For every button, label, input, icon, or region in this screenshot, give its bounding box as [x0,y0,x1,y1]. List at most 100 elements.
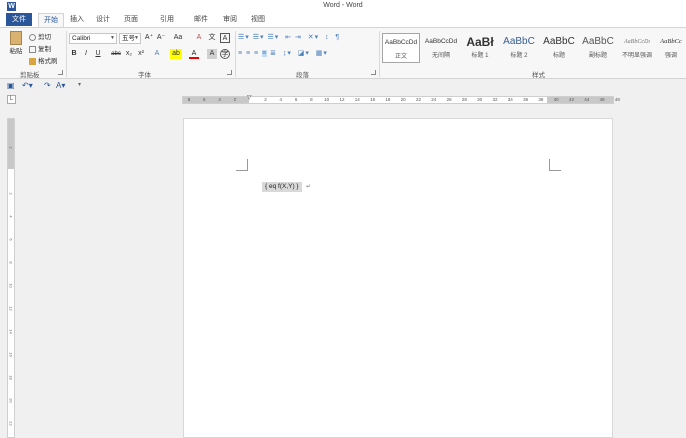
save-icon[interactable]: ▣ [7,81,15,90]
highlight-button[interactable]: ab [170,49,182,59]
char-shading-button[interactable]: A [207,49,217,59]
strikethrough-button[interactable]: abc [110,49,122,59]
style-title[interactable]: AaBbC 标题 [540,33,578,63]
ruler-tick: 22 [8,421,14,426]
copy-icon [29,45,36,53]
paste-label: 粘贴 [9,48,23,55]
font-size-box[interactable]: 五号 ▼ [119,33,141,44]
ruler-tick: 16 [8,352,14,357]
tab-home[interactable]: 开始 [38,13,64,27]
tab-mailings[interactable]: 邮件 [192,13,210,27]
style-subtle-emphasis[interactable]: AaBbCcDı 不明显强调 [619,33,655,63]
text-effects-icon[interactable]: A▾ [56,81,65,90]
char-border-button[interactable]: A [220,33,230,43]
underline-button[interactable]: U [94,49,102,59]
paragraph-launcher[interactable] [371,70,376,75]
undo-icon[interactable]: ↶▾ [22,81,33,90]
superscript-button[interactable]: x² [136,49,146,59]
ruler-tick: 32 [492,97,498,102]
group-separator [66,31,67,77]
align-buttons[interactable]: ≡ ≡ ≡ ≡ ≣ ↨▾ ◪▾ ▦▾ [238,49,328,57]
vertical-ruler[interactable]: 2 2 4 6 8 10 12 14 16 18 20 22 [7,118,15,438]
grow-font-button[interactable]: A⁺ [144,33,154,43]
style-name: 标题 1 [471,53,489,59]
ruler-tick: 48 [614,97,620,102]
ruler-tick: 42 [568,97,575,102]
horizontal-ruler[interactable]: 8 6 4 2 2 4 6 8 10 12 14 16 18 20 22 24 26 28 30 32 34 36 38 40… [182,94,620,104]
brush-icon [29,57,36,65]
format-painter-button[interactable]: 格式刷 [29,55,58,65]
shrink-font-button[interactable]: A⁻ [156,33,166,43]
field-code[interactable]: { eq f(X,Y) } [262,182,302,192]
ruler-tick: 26 [446,97,452,102]
customize-qat-icon[interactable]: ▾ [78,81,81,90]
tab-references[interactable]: 引用 [150,13,184,27]
chevron-down-icon: ▼ [134,35,139,41]
list-buttons[interactable]: ☰▾ ☰▾ ☰▾ ⇤ ⇥ ✕▾ ↕ ¶ [238,33,340,41]
style-heading-1[interactable]: AaBł 标题 1 [462,33,498,63]
style-normal[interactable]: AaBbCcDd 正文 [382,33,420,63]
ruler-tick: 18 [8,375,14,380]
clear-format-button[interactable]: A [195,33,203,43]
ruler-tick: 2 [233,97,237,102]
ruler-tick: 6 [294,97,298,102]
ruler-tick: 10 [8,283,14,288]
tab-view[interactable]: 视图 [250,13,266,27]
style-emphasis[interactable]: AaBbCc 强调 [656,33,686,63]
group-separator [379,31,380,77]
style-heading-2[interactable]: AaBbC 标题 2 [500,33,538,63]
font-name-value: Calibri [72,35,91,42]
ruler-tick: 6 [8,238,14,241]
text-effects-button[interactable]: A [152,49,162,59]
style-subtitle[interactable]: AaBbC 副标题 [579,33,617,63]
ruler-tick: 34 [507,97,513,102]
font-color-button[interactable]: A [189,49,199,59]
paragraph-mark: ↵ [306,184,312,190]
cut-label: 剪切 [38,34,51,41]
paste-button[interactable]: 粘贴 [8,31,24,61]
ruler-tick: 28 [461,97,467,102]
tab-review[interactable]: 审阅 [222,13,238,27]
ruler-tick: 4 [218,97,221,102]
style-name: 无间隔 [431,53,450,59]
clipboard-group-label: 剪贴板 [20,72,40,79]
style-no-spacing[interactable]: AaBbCcDd 无间隔 [422,33,460,63]
tab-design[interactable]: 设计 [95,13,111,27]
window-title: Word - Word [323,2,363,9]
ruler-tick: 12 [8,306,14,311]
phonetic-guide-button[interactable]: 文 [208,33,216,43]
paragraph-group-label: 段落 [296,72,309,79]
document-page[interactable]: { eq f(X,Y) } ↵ [183,118,613,438]
ruler-tick: 46 [599,97,605,102]
style-name: 标题 [552,53,565,59]
style-name: 正文 [394,54,407,60]
copy-button[interactable]: 复制 [29,43,51,53]
title-bar: W Word - Word [0,0,686,13]
bold-button[interactable]: B [70,49,78,59]
style-sample: AaBbCcDı [624,39,650,45]
style-sample: AaBbC [543,36,575,47]
ruler-tick: 20 [8,398,14,403]
italic-button[interactable]: I [82,49,90,59]
enclosed-char-button[interactable]: 字 [220,49,230,59]
style-name: 副标题 [588,53,607,59]
ruler-tick: 2 [8,192,14,195]
subscript-button[interactable]: x₂ [124,49,134,59]
change-case-button[interactable]: Aa [172,33,184,43]
tab-file[interactable]: 文件 [6,13,32,26]
clipboard-launcher[interactable] [58,70,63,75]
tab-selector[interactable]: L [7,95,16,104]
cut-button[interactable]: 剪切 [29,31,51,41]
redo-icon[interactable]: ↷ [44,81,51,90]
ribbon-home: 粘贴 剪切 复制 格式刷 剪贴板 Calibri ▼ 五号 ▼ A⁺ A⁻ Aa A… [0,27,686,79]
ruler-tick: 30 [477,97,483,102]
tab-insert[interactable]: 插入 [70,13,84,27]
ruler-tick: 6 [203,97,206,102]
tab-layout[interactable]: 页面布局 [122,13,140,36]
font-launcher[interactable] [227,70,232,75]
indent-marker-icon[interactable]: ▽ [247,94,252,101]
style-sample: AaBł [466,35,494,49]
ruler-tick: 20 [400,97,406,102]
ruler-tick: 40 [553,97,559,102]
font-name-box[interactable]: Calibri ▼ [69,33,117,44]
